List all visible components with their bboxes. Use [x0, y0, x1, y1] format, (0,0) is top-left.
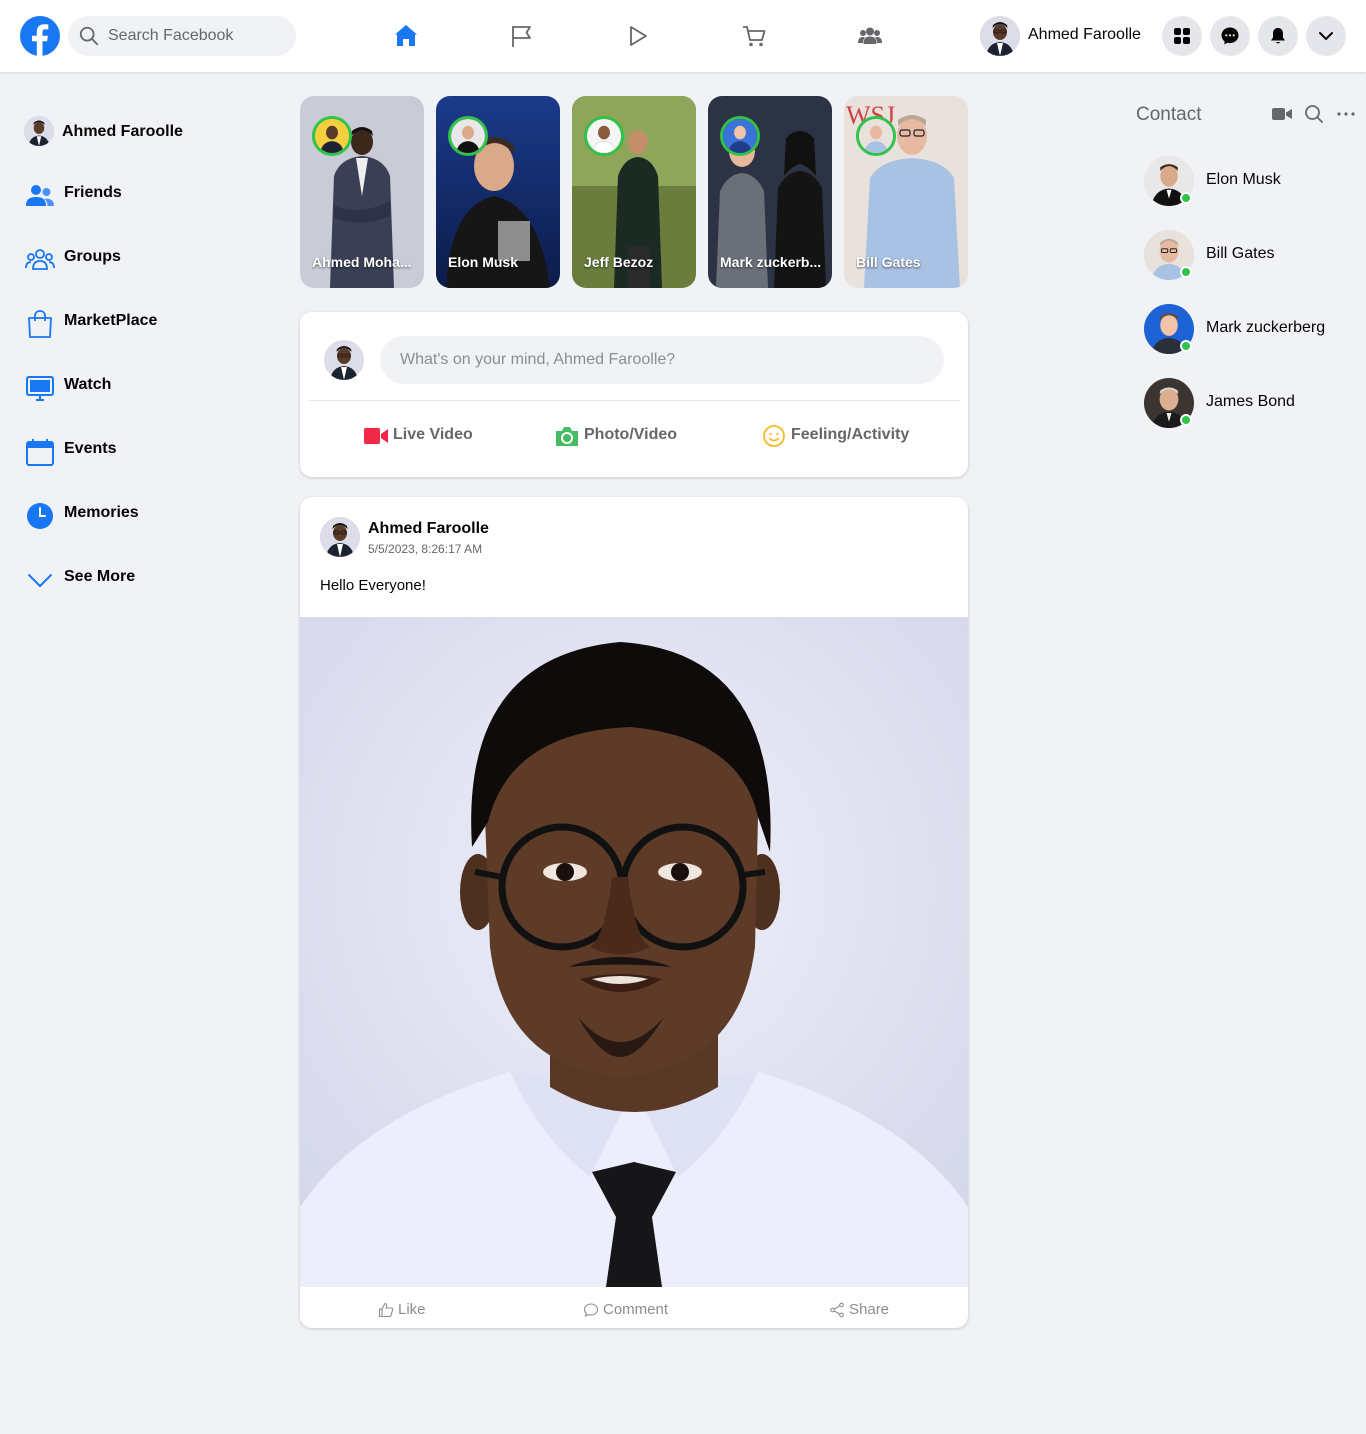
avatar[interactable] — [320, 517, 360, 557]
story-avatar — [312, 116, 352, 156]
sidebar-item-watch[interactable]: Watch — [20, 362, 260, 410]
account-button[interactable] — [1306, 16, 1346, 56]
feeling-activity-label: Feeling/Activity — [791, 426, 910, 443]
post-image[interactable] — [300, 617, 968, 1287]
story-avatar — [584, 116, 624, 156]
contact-item[interactable]: Bill Gates — [1144, 230, 1344, 280]
comment-label: Comment — [603, 1301, 669, 1318]
home-icon[interactable] — [391, 22, 421, 50]
search-input[interactable] — [108, 16, 288, 56]
camera-icon — [556, 427, 578, 446]
contact-item[interactable]: Mark zuckerberg — [1144, 304, 1344, 354]
story-card[interactable]: Ahmed Moha... — [300, 96, 424, 288]
comment-icon — [583, 1303, 599, 1317]
sidebar-item-label: Events — [64, 440, 117, 457]
story-card[interactable]: Jeff Bezoz — [572, 96, 696, 288]
online-indicator — [1180, 340, 1192, 352]
story-name: Elon Musk — [448, 254, 519, 270]
top-navbar: Ahmed Faroolle — [0, 0, 1366, 72]
shopping-bag-icon — [28, 310, 52, 338]
video-camera-icon — [364, 428, 388, 444]
share-label: Share — [849, 1301, 890, 1318]
contact-name: Mark zuckerberg — [1206, 319, 1326, 336]
sidebar-item-memories[interactable]: Memories — [20, 490, 260, 538]
story-avatar — [856, 116, 896, 156]
sidebar-item-label: See More — [64, 568, 136, 585]
sidebar-item-friends[interactable]: Friends — [20, 170, 260, 218]
sidebar-item-label: Groups — [64, 248, 121, 265]
sidebar-item-label: Watch — [64, 376, 112, 393]
sidebar-item-label: MarketPlace — [64, 312, 158, 329]
cart-icon[interactable] — [739, 22, 769, 50]
contact-item[interactable]: Elon Musk — [1144, 156, 1344, 206]
story-card[interactable]: Elon Musk — [436, 96, 560, 288]
video-camera-icon[interactable] — [1271, 104, 1293, 124]
sidebar-item-label: Memories — [64, 504, 139, 521]
story-name: Mark zuckerb... — [720, 254, 822, 270]
groups-icon[interactable] — [855, 22, 885, 50]
groups-icon — [25, 249, 55, 270]
calendar-icon — [26, 439, 54, 466]
search-bar[interactable] — [68, 16, 296, 56]
status-input[interactable] — [380, 336, 944, 384]
friends-icon — [26, 185, 54, 206]
sidebar-item-groups[interactable]: Groups — [20, 234, 260, 282]
avatar — [980, 16, 1020, 56]
story-card[interactable]: Mark zuckerb... — [708, 96, 832, 288]
sidebar-item-events[interactable]: Events — [20, 426, 260, 474]
notifications-button[interactable] — [1258, 16, 1298, 56]
contact-name: James Bond — [1206, 393, 1295, 410]
smiley-icon — [763, 425, 785, 447]
more-options-icon[interactable] — [1335, 104, 1357, 124]
sidebar-item-profile[interactable]: Ahmed Faroolle — [20, 108, 260, 156]
search-icon — [79, 26, 99, 46]
chevron-down-icon — [1319, 32, 1333, 40]
bell-icon — [1271, 28, 1285, 44]
avatar — [324, 340, 364, 380]
story-name: Bill Gates — [856, 254, 921, 270]
messenger-button[interactable] — [1210, 16, 1250, 56]
menu-grid-icon — [1174, 28, 1190, 44]
story-avatar — [448, 116, 488, 156]
contact-item[interactable]: James Bond — [1144, 378, 1344, 428]
menu-button[interactable] — [1162, 16, 1202, 56]
profile-name: Ahmed Faroolle — [1028, 26, 1141, 43]
clock-icon — [27, 503, 53, 529]
story-name: Ahmed Moha... — [312, 254, 412, 270]
online-indicator — [1180, 192, 1192, 204]
online-indicator — [1180, 414, 1192, 426]
messenger-icon — [1221, 27, 1239, 45]
post-author[interactable]: Ahmed Faroolle — [368, 520, 489, 538]
sidebar-item-label: Friends — [64, 184, 122, 201]
post-timestamp: 5/5/2023, 8:26:17 AM — [368, 542, 483, 556]
post-composer: Live Video Photo/Video Feeling/Activity — [300, 312, 968, 477]
facebook-logo-icon[interactable] — [20, 16, 60, 56]
divider — [308, 400, 960, 401]
feed-post: Ahmed Faroolle 5/5/2023, 8:26:17 AM Hell… — [300, 497, 968, 1328]
flag-icon[interactable] — [507, 22, 537, 50]
share-icon — [830, 1302, 844, 1318]
like-label: Like — [398, 1301, 426, 1318]
sidebar-item-see-more[interactable]: See More — [20, 554, 260, 602]
contact-name: Elon Musk — [1206, 171, 1281, 188]
contacts-title: Contact — [1136, 104, 1202, 125]
avatar — [24, 116, 54, 146]
photo-video-label: Photo/Video — [584, 426, 678, 443]
story-card[interactable]: WSJ Bill Gates — [844, 96, 968, 288]
contact-name: Bill Gates — [1206, 245, 1275, 262]
search-icon[interactable] — [1303, 104, 1325, 124]
post-text: Hello Everyone! — [320, 577, 426, 594]
sidebar-item-label: Ahmed Faroolle — [62, 123, 183, 140]
story-name: Jeff Bezoz — [584, 254, 654, 270]
play-icon[interactable] — [623, 22, 653, 50]
chevron-down-icon — [28, 574, 52, 587]
online-indicator — [1180, 266, 1192, 278]
monitor-icon — [26, 376, 54, 401]
story-avatar — [720, 116, 760, 156]
sidebar-item-marketplace[interactable]: MarketPlace — [20, 298, 260, 346]
thumbs-up-icon — [378, 1302, 394, 1318]
live-video-label: Live Video — [393, 426, 473, 443]
